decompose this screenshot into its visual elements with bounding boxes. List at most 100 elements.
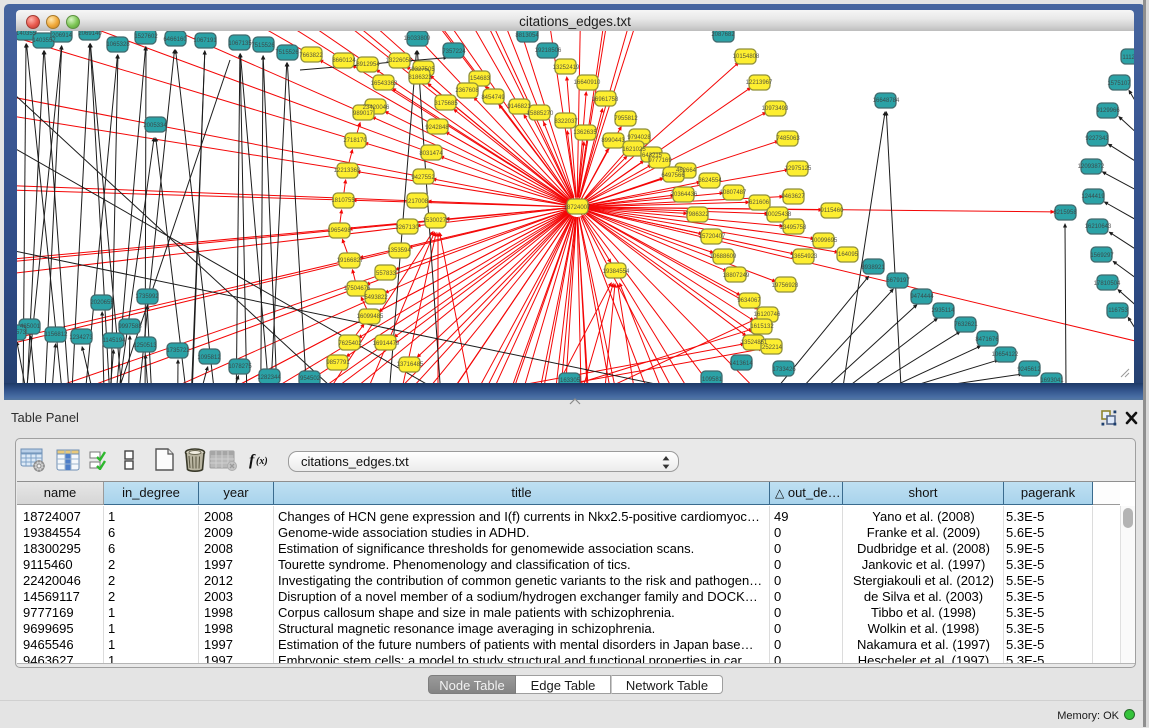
svg-text:2935114: 2935114 <box>932 308 956 314</box>
svg-text:116753: 116753 <box>1108 308 1128 314</box>
svg-text:8471676: 8471676 <box>975 337 999 343</box>
svg-text:7515526: 7515526 <box>275 50 299 56</box>
svg-text:154683: 154683 <box>470 76 491 82</box>
svg-text:7986322: 7986322 <box>685 212 709 218</box>
svg-text:1234273: 1234273 <box>69 335 93 341</box>
svg-text:12213967: 12213967 <box>746 80 773 86</box>
svg-text:1693041: 1693041 <box>1040 378 1064 383</box>
svg-text:1569297: 1569297 <box>1090 253 1114 259</box>
svg-text:7357224: 7357224 <box>442 49 466 55</box>
svg-text:5493822: 5493822 <box>364 295 388 301</box>
svg-text:10025438: 10025438 <box>765 212 792 218</box>
svg-text:7663822: 7663822 <box>299 53 323 59</box>
svg-text:19166827: 19166827 <box>337 258 364 264</box>
svg-text:1362635: 1362635 <box>573 130 597 136</box>
svg-text:15720407: 15720407 <box>699 234 726 240</box>
svg-text:12213363: 12213363 <box>334 168 361 174</box>
svg-text:9327505: 9327505 <box>411 67 435 73</box>
svg-text:16210643: 16210643 <box>1085 224 1112 230</box>
svg-text:1810755: 1810755 <box>331 198 355 204</box>
svg-text:(x): (x) <box>256 456 268 467</box>
svg-text:2087682: 2087682 <box>711 32 735 38</box>
svg-text:8215958: 8215958 <box>1053 210 1077 216</box>
svg-text:1095812: 1095812 <box>197 355 221 361</box>
svg-text:6679197: 6679197 <box>886 278 910 284</box>
svg-text:9777169: 9777169 <box>648 158 672 164</box>
svg-text:1250513: 1250513 <box>133 343 157 349</box>
svg-text:140355: 140355 <box>17 31 37 37</box>
svg-text:1067135: 1067135 <box>228 41 252 47</box>
svg-text:17504676: 17504676 <box>344 286 371 292</box>
svg-text:12093872: 12093872 <box>1078 164 1105 170</box>
svg-text:9245612: 9245612 <box>1017 367 1041 373</box>
svg-text:8912954: 8912954 <box>356 62 380 68</box>
svg-text:16543362: 16543362 <box>371 81 398 87</box>
svg-text:1244419: 1244419 <box>1081 194 1105 200</box>
svg-text:6497566: 6497566 <box>661 173 685 179</box>
svg-text:20364436: 20364436 <box>671 192 698 198</box>
svg-text:1965498: 1965498 <box>327 228 351 234</box>
svg-text:15300273: 15300273 <box>423 218 450 224</box>
svg-text:9997588: 9997588 <box>118 324 142 330</box>
svg-text:10807487: 10807487 <box>720 190 747 196</box>
svg-text:1065328: 1065328 <box>106 42 130 48</box>
svg-text:16033809: 16033809 <box>404 36 431 42</box>
svg-text:1735992: 1735992 <box>135 294 159 300</box>
svg-text:9634067: 9634067 <box>737 298 761 304</box>
svg-text:1575107: 1575107 <box>1107 81 1131 87</box>
svg-text:10654122: 10654122 <box>992 352 1019 358</box>
svg-text:f: f <box>249 452 256 469</box>
svg-text:2005334: 2005334 <box>143 123 167 129</box>
svg-text:16914479: 16914479 <box>373 341 400 347</box>
svg-text:7955812: 7955812 <box>614 116 638 122</box>
svg-text:12975125: 12975125 <box>785 166 812 172</box>
svg-text:13226058: 13226058 <box>386 58 413 64</box>
svg-text:8938921: 8938921 <box>861 265 885 271</box>
svg-text:10688609: 10688609 <box>710 254 737 260</box>
svg-text:6466160: 6466160 <box>163 37 187 43</box>
svg-text:19756928: 19756928 <box>772 283 799 289</box>
svg-text:1067191: 1067191 <box>193 38 217 44</box>
svg-text:16648784: 16648784 <box>873 98 900 104</box>
svg-text:9463627: 9463627 <box>781 194 805 200</box>
svg-text:10154808: 10154808 <box>733 54 760 60</box>
svg-text:989017: 989017 <box>353 111 374 117</box>
svg-text:1353594: 1353594 <box>387 248 411 254</box>
svg-text:18724007: 18724007 <box>564 205 591 211</box>
svg-text:163305: 163305 <box>560 378 581 383</box>
svg-text:15885270: 15885270 <box>527 111 554 117</box>
svg-text:9129966: 9129966 <box>1096 108 1120 114</box>
svg-text:164095: 164095 <box>838 252 859 258</box>
svg-text:16099485: 16099485 <box>357 314 384 320</box>
svg-text:13654923: 13654923 <box>791 254 818 260</box>
svg-text:17810504: 17810504 <box>1094 281 1121 287</box>
svg-text:1735722: 1735722 <box>166 348 190 354</box>
svg-text:9115460: 9115460 <box>821 208 845 214</box>
svg-text:111234: 111234 <box>1122 55 1134 61</box>
svg-text:1078275: 1078275 <box>228 364 252 370</box>
svg-text:7485063: 7485063 <box>776 136 800 142</box>
svg-text:2718170: 2718170 <box>343 138 367 144</box>
svg-text:13716485: 13716485 <box>397 362 424 368</box>
svg-text:1145194: 1145194 <box>103 338 127 344</box>
svg-text:8186323: 8186323 <box>408 75 432 81</box>
svg-text:7515526: 7515526 <box>251 43 275 49</box>
svg-text:252214: 252214 <box>762 345 783 351</box>
svg-text:1527602: 1527602 <box>134 34 158 40</box>
svg-text:9146821: 9146821 <box>507 104 531 110</box>
svg-text:7625402: 7625402 <box>338 341 362 347</box>
svg-text:391573: 391573 <box>17 330 27 336</box>
svg-text:8322037: 8322037 <box>554 119 578 125</box>
svg-text:1733426: 1733426 <box>772 367 796 373</box>
svg-text:8031474: 8031474 <box>419 151 443 157</box>
svg-text:2020655: 2020655 <box>90 300 114 306</box>
svg-text:1156812: 1156812 <box>45 332 69 338</box>
svg-text:9794028: 9794028 <box>627 135 651 141</box>
svg-text:2069140: 2069140 <box>78 31 102 37</box>
svg-text:3175685: 3175685 <box>434 101 458 107</box>
svg-text:9227343: 9227343 <box>1085 136 1109 142</box>
svg-text:9857791: 9857791 <box>326 360 350 366</box>
svg-text:1413614: 1413614 <box>729 361 753 367</box>
svg-text:3267130: 3267130 <box>395 225 419 231</box>
svg-text:8813054: 8813054 <box>515 33 539 39</box>
